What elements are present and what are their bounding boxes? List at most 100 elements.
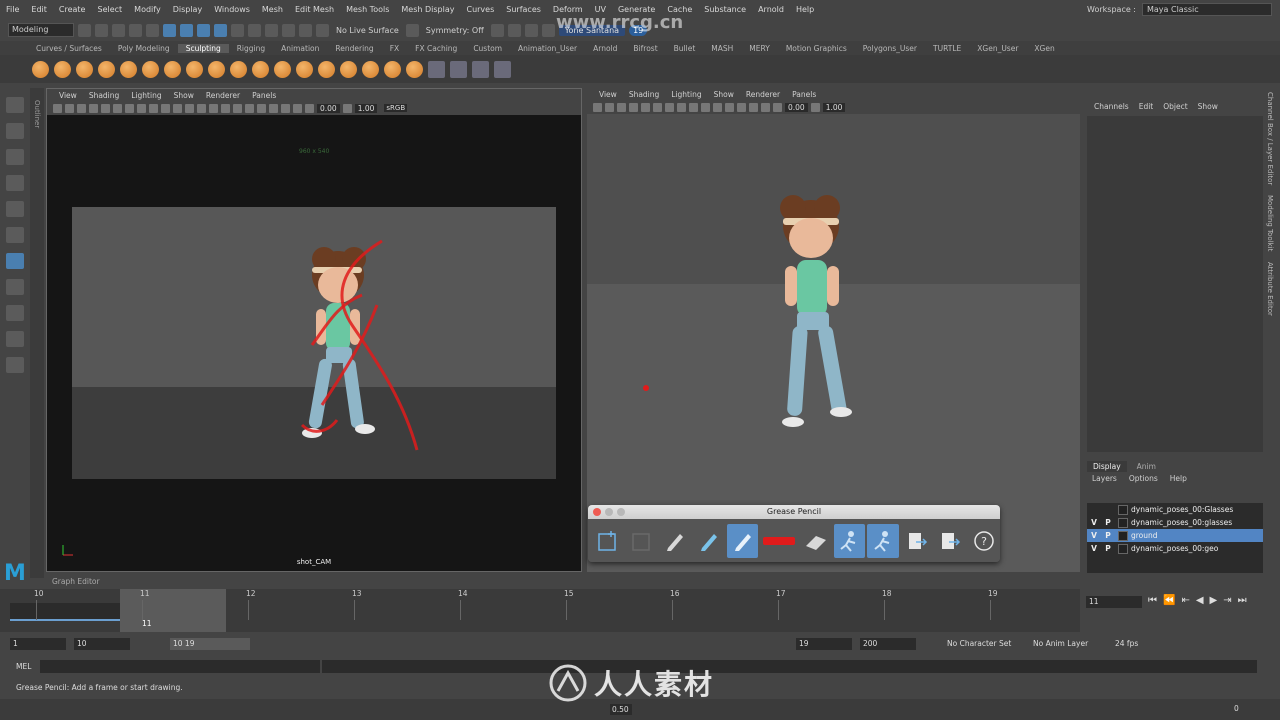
spray-tool-icon[interactable] <box>186 60 203 78</box>
camera-icon[interactable] <box>53 103 62 113</box>
single-perspective-layout-icon[interactable] <box>6 279 24 295</box>
grease-pencil-titlebar[interactable]: Grease Pencil <box>588 505 1000 519</box>
xray-icon[interactable] <box>293 103 302 113</box>
gamma-field[interactable]: 1.00 <box>822 102 846 112</box>
rotate-tool-icon[interactable] <box>6 201 24 217</box>
camera-attributes-icon[interactable] <box>605 102 614 112</box>
step-back-icon[interactable]: ⏪ <box>1163 595 1175 606</box>
mel-input[interactable] <box>40 660 320 673</box>
playback-end-field[interactable]: 19 <box>796 638 852 650</box>
outliner-strip[interactable] <box>30 88 44 578</box>
shelf-tab-fx-caching[interactable]: FX Caching <box>407 44 465 53</box>
mel-label[interactable]: MEL <box>16 662 31 671</box>
render-icon[interactable] <box>490 23 504 37</box>
help-button[interactable]: ? <box>968 524 1000 558</box>
bookmark-icon[interactable] <box>77 103 86 113</box>
isolate-select-icon[interactable] <box>749 102 758 112</box>
anti-aliasing-icon[interactable] <box>269 103 278 113</box>
safe-action-icon[interactable] <box>161 103 170 113</box>
camera-viewport[interactable]: 960 x 540 shot_CAM <box>47 115 581 571</box>
layer-color-swatch[interactable] <box>1118 543 1128 554</box>
menu-arnold[interactable]: Arnold <box>752 5 790 14</box>
redo-icon[interactable] <box>146 23 159 37</box>
layer-color-swatch[interactable] <box>1118 504 1128 515</box>
smooth-shade-icon[interactable] <box>689 102 698 112</box>
character-set-dropdown[interactable]: No Character Set <box>947 639 1011 648</box>
shelf-tab-animation[interactable]: Animation <box>273 44 327 53</box>
scrape-tool-icon[interactable] <box>274 60 291 78</box>
four-view-layout-icon[interactable] <box>6 305 24 321</box>
exposure-icon[interactable] <box>305 103 314 113</box>
delete-frame-button[interactable] <box>626 524 658 558</box>
select-edge-icon[interactable] <box>214 23 227 37</box>
layer-visibility-toggle[interactable]: V <box>1087 518 1101 527</box>
character-model[interactable] <box>759 194 869 444</box>
select-by-hierarchy-icon[interactable] <box>163 23 176 37</box>
convert-to-frozen-icon[interactable] <box>428 60 445 78</box>
shelf-tab-polygons-user[interactable]: Polygons_User <box>855 44 925 53</box>
grease-pencil-tool-icon[interactable] <box>6 253 24 269</box>
next-key-icon[interactable]: ⇥ <box>1223 595 1231 606</box>
layer-menu-options[interactable]: Options <box>1124 474 1163 483</box>
live-surface-label[interactable]: No Live Surface <box>333 26 402 35</box>
two-view-layout-icon[interactable] <box>6 331 24 347</box>
symmetry-label[interactable]: Symmetry: Off <box>423 26 487 35</box>
wireframe-on-shaded-icon[interactable] <box>197 103 206 113</box>
channel-menu-object[interactable]: Object <box>1158 102 1192 111</box>
shelf-tab-custom[interactable]: Custom <box>465 44 510 53</box>
layer-playback-toggle[interactable]: P <box>1101 544 1115 553</box>
panel-menu-shading[interactable]: Shading <box>83 91 125 100</box>
shelf-tab-mash[interactable]: MASH <box>703 44 741 53</box>
new-scene-icon[interactable] <box>78 23 91 37</box>
eraser-button[interactable] <box>800 524 832 558</box>
layer-menu-help[interactable]: Help <box>1165 474 1192 483</box>
motion-blur-icon[interactable] <box>257 103 266 113</box>
layer-row[interactable]: dynamic_poses_00:Glasses <box>1087 503 1263 516</box>
menu-help[interactable]: Help <box>790 5 820 14</box>
layer-row[interactable]: V Pdynamic_poses_00:glasses <box>1087 516 1263 529</box>
shelf-tab-fx[interactable]: FX <box>382 44 407 53</box>
snap-grid-icon[interactable] <box>248 23 261 37</box>
shelf-tab-rendering[interactable]: Rendering <box>327 44 381 53</box>
textured-icon[interactable] <box>209 103 218 113</box>
workspace-dropdown[interactable]: Maya Classic <box>1142 3 1272 16</box>
panel-menu-show[interactable]: Show <box>708 90 740 99</box>
panel-menu-lighting[interactable]: Lighting <box>125 91 167 100</box>
open-scene-icon[interactable] <box>95 23 108 37</box>
ambient-occlusion-icon[interactable] <box>245 103 254 113</box>
film-gate-icon[interactable] <box>653 102 662 112</box>
menu-mesh[interactable]: Mesh <box>256 5 289 14</box>
menu-windows[interactable]: Windows <box>208 5 256 14</box>
layer-visibility-toggle[interactable]: V <box>1087 544 1101 553</box>
pinch-tool-icon[interactable] <box>120 60 137 78</box>
fps-dropdown[interactable]: 24 fps <box>1115 639 1138 648</box>
snap-surface-icon[interactable] <box>299 23 312 37</box>
channel-list[interactable] <box>1087 116 1263 452</box>
graph-editor-label[interactable]: Graph Editor <box>52 577 100 586</box>
freeze-tool-icon[interactable] <box>406 60 423 78</box>
menu-surfaces[interactable]: Surfaces <box>500 5 547 14</box>
animation-end-field[interactable]: 200 <box>860 638 916 650</box>
prev-key-icon[interactable]: ⇤ <box>1181 595 1189 606</box>
channel-menu-show[interactable]: Show <box>1193 102 1223 111</box>
workspace-selector[interactable]: Workspace : Maya Classic <box>1087 3 1272 16</box>
menu-create[interactable]: Create <box>53 5 92 14</box>
export-button[interactable] <box>935 524 967 558</box>
stencil-icon[interactable] <box>494 60 511 78</box>
wireframe-icon[interactable] <box>173 103 182 113</box>
add-frame-button[interactable] <box>592 524 624 558</box>
stamp-icon[interactable] <box>472 60 489 78</box>
go-to-end-icon[interactable]: ⏭ <box>1238 595 1247 606</box>
lights-icon[interactable] <box>221 103 230 113</box>
layer-color-swatch[interactable] <box>1118 517 1128 528</box>
panel-menu-view[interactable]: View <box>593 90 623 99</box>
lock-selection-icon[interactable] <box>231 23 244 37</box>
layer-playback-toggle[interactable]: P <box>1101 518 1115 527</box>
tab-anim[interactable]: Anim <box>1131 461 1162 472</box>
panel-menu-panels[interactable]: Panels <box>786 90 822 99</box>
color-space-label[interactable]: sRGB <box>384 104 408 112</box>
snap-curve-icon[interactable] <box>265 23 278 37</box>
render-settings-icon[interactable] <box>524 23 538 37</box>
ambient-occlusion-icon[interactable] <box>737 102 746 112</box>
grab-tool-icon[interactable] <box>98 60 115 78</box>
